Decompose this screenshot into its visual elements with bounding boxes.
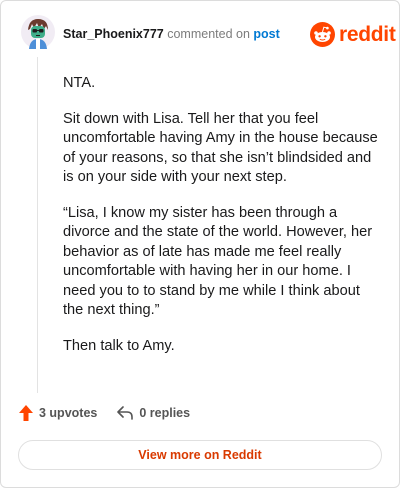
comment-header: Star_Phoenix777 commented on post xyxy=(63,27,280,41)
post-link[interactable]: post xyxy=(253,27,279,41)
comment-paragraph: NTA. xyxy=(63,75,96,91)
comment-paragraph: Sit down with Lisa. Tell her that you fe… xyxy=(63,110,378,186)
avatar[interactable] xyxy=(21,15,55,49)
comment-paragraph: Then talk to Amy. xyxy=(63,337,175,354)
upvote-arrow-icon xyxy=(19,405,33,421)
view-more-button[interactable]: View more on Reddit xyxy=(18,440,382,470)
comment-actions: 3 upvotes 0 replies xyxy=(19,405,190,421)
thread-line xyxy=(37,57,38,393)
comment-body: NTA. Sit down with Lisa. Tell her that y… xyxy=(63,74,381,372)
reply-arrow-icon xyxy=(117,406,134,420)
avatar-icon xyxy=(21,15,55,49)
username[interactable]: Star_Phoenix777 xyxy=(63,27,164,41)
reply-count: 0 replies xyxy=(139,406,191,420)
reddit-snoo-icon xyxy=(310,22,335,47)
reddit-wordmark: reddit xyxy=(339,22,396,46)
replies-button[interactable]: 0 replies xyxy=(117,406,190,420)
reddit-comment-card: Star_Phoenix777 commented on post reddit… xyxy=(0,0,400,488)
upvote-button[interactable]: 3 upvotes xyxy=(19,405,97,421)
commented-on-text: commented on xyxy=(167,27,250,41)
comment-paragraph: “Lisa, I know my sister has been through… xyxy=(63,204,373,319)
reddit-logo[interactable]: reddit xyxy=(310,22,396,47)
upvote-count: 3 upvotes xyxy=(39,406,98,420)
